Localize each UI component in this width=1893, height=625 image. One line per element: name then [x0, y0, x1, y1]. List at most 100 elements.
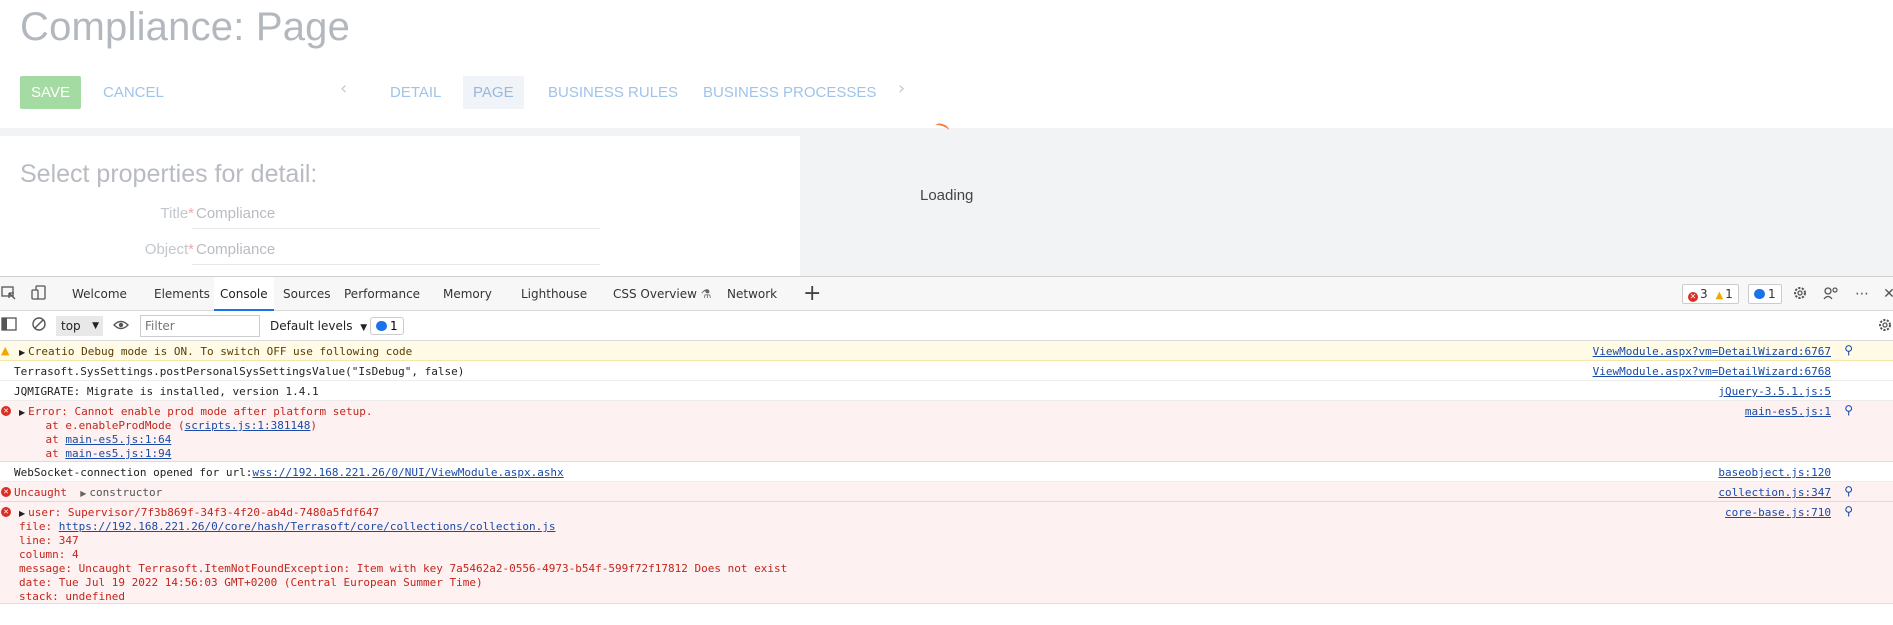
devtools-tab-console[interactable]: Console [214, 277, 274, 311]
page-title: Compliance: Page [20, 5, 351, 49]
title-field-value[interactable]: Compliance [196, 205, 275, 222]
source-link[interactable]: collection.js:347 [1718, 486, 1831, 499]
devtools-tab-welcome[interactable]: Welcome [66, 277, 133, 311]
source-link[interactable]: jQuery-3.5.1.js:5 [1718, 385, 1831, 398]
file-link[interactable]: https://192.168.221.26/0/core/hash/Terra… [59, 520, 556, 533]
source-link[interactable]: baseobject.js:120 [1718, 466, 1831, 479]
clear-console-icon[interactable] [30, 316, 48, 334]
websocket-url-link[interactable]: wss://192.168.221.26/0/NUI/ViewModule.as… [252, 466, 563, 479]
save-button[interactable]: SAVE [20, 76, 81, 109]
filter-input[interactable] [140, 315, 260, 337]
error-icon: ✕ [1, 487, 11, 497]
title-field-row: Title* Compliance [0, 199, 600, 229]
device-toolbar-icon[interactable] [30, 285, 48, 303]
warning-icon: ▲ [1, 344, 10, 357]
context-select[interactable]: top ▼ [56, 316, 103, 336]
stack-link[interactable]: main-es5.js:1:64 [65, 433, 171, 446]
app-root: Compliance: Page SAVE CANCEL ‹ DETAIL PA… [0, 0, 1893, 625]
devtools-tab-elements[interactable]: Elements [148, 277, 216, 311]
search-icon[interactable]: ⚲ [1844, 343, 1853, 357]
devtools-tab-performance[interactable]: Performance [338, 277, 426, 311]
customize-icon[interactable] [1822, 285, 1840, 303]
object-field-value[interactable]: Compliance [196, 241, 275, 258]
source-link[interactable]: core-base.js:710 [1725, 506, 1831, 519]
expand-arrow-icon[interactable]: ▶ [19, 408, 25, 417]
console-toolbar: top ▼ Default levels ▼ 1 [0, 311, 1893, 341]
log-text: JQMIGRATE: Migrate is installed, version… [14, 385, 319, 398]
inspect-element-icon[interactable] [0, 285, 18, 303]
devtools-tab-network[interactable]: Network [721, 277, 783, 311]
error-icon: ✕ [1, 406, 11, 416]
devtools-tab-css-overview[interactable]: CSS Overview ⚗ [607, 277, 718, 311]
expand-arrow-icon[interactable]: ▶ [19, 348, 25, 357]
error-text: Uncaught ▶ constructor [14, 486, 163, 499]
stack-link[interactable]: scripts.js:1:381148 [185, 419, 311, 432]
console-message-error: ✕ Uncaught ▶ constructor collection.js:34… [0, 482, 1893, 502]
live-expression-eye-icon[interactable] [112, 317, 130, 335]
log-text: WebSocket-connection opened for url:wss:… [14, 466, 564, 479]
error-warning-counter[interactable]: ✕ 3 ▲ 1 [1682, 284, 1739, 304]
stack-frame: at main-es5.js:1:64 [19, 433, 172, 446]
properties-title: Select properties for detail: [20, 160, 318, 188]
tab-business-processes[interactable]: BUSINESS PROCESSES [693, 76, 886, 109]
warning-icon: ▲ [1715, 290, 1724, 301]
sidebar-toggle-icon[interactable] [0, 316, 18, 334]
error-detail: file: https://192.168.221.26/0/core/hash… [19, 520, 556, 533]
devtools-panel: Welcome Elements Console Sources Perform… [0, 276, 1893, 625]
expand-message[interactable]: ▶ user: Supervisor/7f3b869f-34f3-4f20-ab4… [19, 506, 379, 519]
log-levels-dropdown[interactable]: Default levels ▼ [270, 316, 367, 338]
tab-business-rules[interactable]: BUSINESS RULES [538, 76, 688, 109]
source-link[interactable]: ViewModule.aspx?vm=DetailWizard:6767 [1593, 345, 1831, 358]
more-options-icon[interactable]: ⋯ [1853, 285, 1871, 303]
expand-message[interactable]: ▶ Error: Cannot enable prod mode after pl… [19, 405, 373, 418]
console-message-error: ✕ ▶ user: Supervisor/7f3b869f-34f3-4f20-a… [0, 502, 1893, 604]
devtools-tab-sources[interactable]: Sources [277, 277, 336, 311]
error-detail: message: Uncaught Terrasoft.ItemNotFound… [19, 562, 788, 575]
issues-counter[interactable]: 1 [370, 317, 404, 335]
stack-link[interactable]: main-es5.js:1:94 [65, 447, 171, 460]
more-tabs-plus-icon[interactable]: + [803, 281, 821, 306]
title-field-label: Title* [160, 205, 194, 222]
search-icon[interactable]: ⚲ [1844, 504, 1853, 518]
error-icon: ✕ [1688, 292, 1698, 302]
stack-frame: at main-es5.js:1:94 [19, 447, 172, 460]
expand-message[interactable]: ▶ Creatio Debug mode is ON. To switch OFF… [19, 345, 412, 358]
close-icon[interactable]: ✕ [1880, 285, 1893, 303]
console-message-log: JQMIGRATE: Migrate is installed, version… [0, 381, 1893, 401]
required-marker: * [188, 241, 194, 258]
devtools-tabbar: Welcome Elements Console Sources Perform… [0, 277, 1893, 311]
cancel-button[interactable]: CANCEL [103, 76, 164, 109]
settings-gear-icon[interactable] [1791, 285, 1809, 303]
source-link[interactable]: main-es5.js:1 [1745, 405, 1831, 418]
error-detail: stack: undefined [19, 590, 125, 603]
loading-text: Loading [920, 187, 974, 204]
search-icon[interactable]: ⚲ [1844, 484, 1853, 498]
chevron-right-icon[interactable]: › [898, 78, 905, 99]
console-message-error: ✕ ▶ Error: Cannot enable prod mode after … [0, 401, 1893, 462]
expand-object[interactable]: ▶ constructor [80, 486, 162, 499]
console-message-warning: ▲ ▶ Creatio Debug mode is ON. To switch O… [0, 341, 1893, 361]
tab-detail[interactable]: DETAIL [380, 76, 451, 109]
search-icon[interactable]: ⚲ [1844, 403, 1853, 417]
info-counter[interactable]: 1 [1748, 284, 1782, 304]
console-settings-gear-icon[interactable] [1876, 317, 1893, 335]
devtools-tab-lighthouse[interactable]: Lighthouse [515, 277, 593, 311]
error-detail: date: Tue Jul 19 2022 14:56:03 GMT+0200 … [19, 576, 483, 589]
required-marker: * [188, 205, 194, 222]
dropdown-arrow-icon: ▼ [92, 321, 99, 331]
tab-page[interactable]: PAGE [463, 76, 524, 109]
expand-arrow-icon[interactable]: ▶ [80, 489, 86, 498]
log-text: Terrasoft.SysSettings.postPersonalSysSet… [14, 365, 465, 378]
console-message-log: WebSocket-connection opened for url:wss:… [0, 462, 1893, 482]
stack-frame: at e.enableProdMode (scripts.js:1:381148… [19, 419, 318, 432]
issue-message-icon [376, 321, 387, 331]
info-message-icon [1754, 289, 1765, 299]
devtools-tab-memory[interactable]: Memory [437, 277, 498, 311]
chevron-left-icon[interactable]: ‹ [340, 78, 347, 99]
expand-arrow-icon[interactable]: ▶ [19, 509, 25, 518]
error-icon: ✕ [1, 507, 11, 517]
error-detail: line: 347 [19, 534, 79, 547]
page-header: Compliance: Page SAVE CANCEL ‹ DETAIL PA… [0, 0, 1893, 128]
object-field-row: Object* Compliance [0, 235, 600, 265]
source-link[interactable]: ViewModule.aspx?vm=DetailWizard:6768 [1593, 365, 1831, 378]
